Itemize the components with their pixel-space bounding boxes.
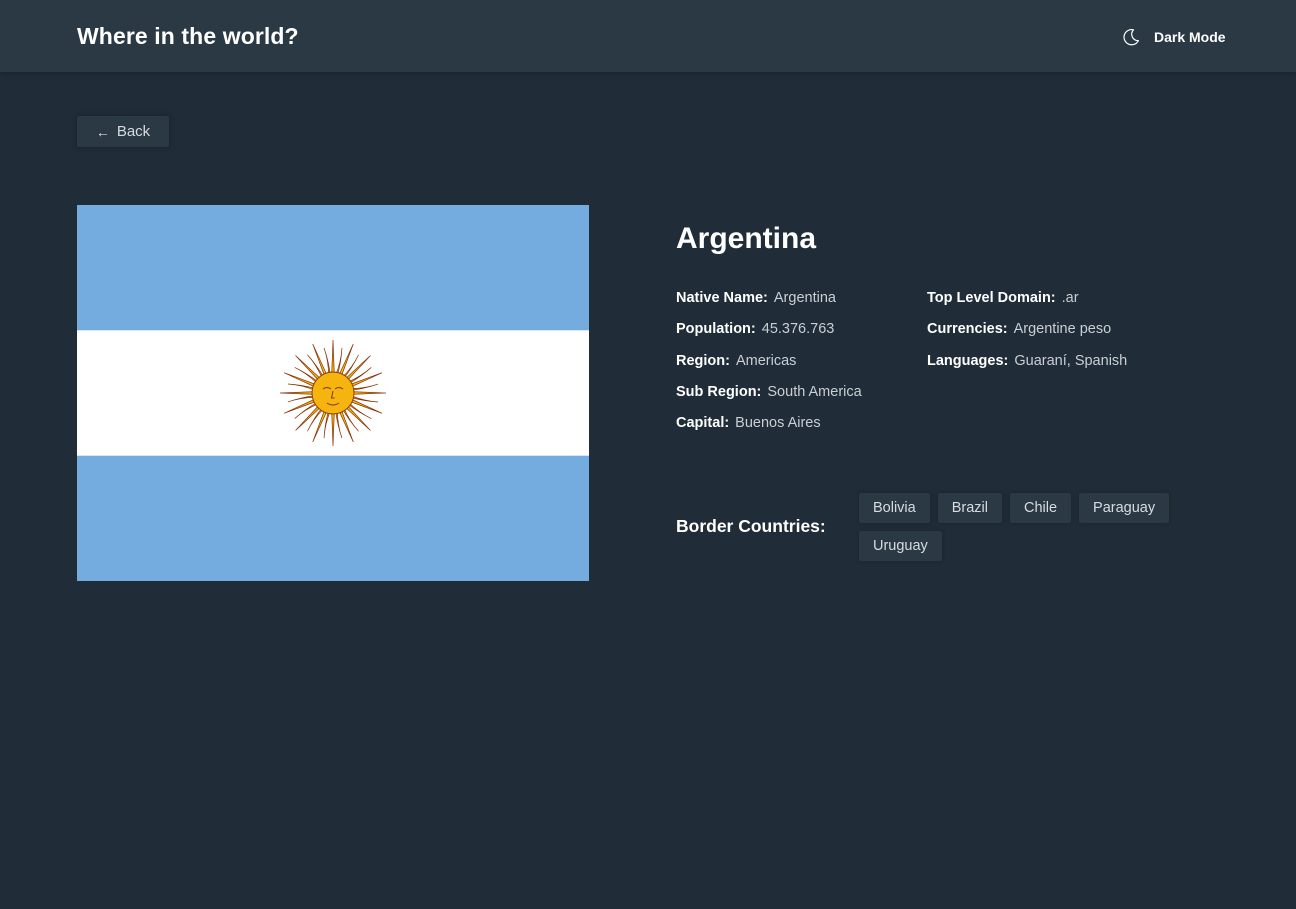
border-countries-label: Border Countries:	[676, 516, 826, 536]
currencies-value: Argentine peso	[1013, 321, 1112, 338]
tld-label: Top Level Domain:	[927, 290, 1056, 306]
country-flag	[77, 205, 589, 581]
currencies-row: Currencies: Argentine peso	[927, 319, 1127, 350]
country-name: Argentina	[676, 222, 817, 255]
border-country-chile[interactable]: Chile	[1009, 493, 1072, 523]
languages-label: Languages:	[927, 352, 1009, 369]
capital-value: Buenos Aires	[735, 415, 821, 431]
back-button[interactable]: ← Back	[77, 116, 169, 147]
population-row: Population: 45.376.763	[676, 319, 862, 350]
border-country-brazil[interactable]: Brazil	[937, 493, 1002, 523]
sub-region-label: Sub Region:	[676, 383, 762, 400]
moon-icon	[1122, 28, 1140, 46]
border-country-bolivia[interactable]: Bolivia	[859, 493, 930, 523]
population-label: Population:	[676, 321, 756, 338]
top-header: Where in the world? Dark Mode	[0, 0, 1296, 72]
region-value: Americas	[735, 352, 797, 369]
native-name-label: Native Name:	[676, 290, 768, 306]
native-name-value: Argentina	[773, 290, 836, 306]
details-secondary: Top Level Domain: .ar Currencies: Argentin…	[927, 288, 1127, 382]
currencies-label: Currencies:	[927, 321, 1008, 338]
sub-region-value: South America	[767, 383, 862, 400]
sun-of-may-icon	[279, 339, 387, 447]
border-country-paraguay[interactable]: Paraguay	[1079, 493, 1170, 523]
border-country-uruguay[interactable]: Uruguay	[859, 531, 942, 561]
languages-value: Guaraní, Spanish	[1014, 352, 1128, 369]
tld-value: .ar	[1061, 290, 1079, 306]
arrow-left-icon: ←	[95, 123, 110, 140]
native-name-row: Native Name: Argentina	[676, 288, 862, 319]
sub-region-row: Sub Region: South America	[676, 382, 862, 413]
region-row: Region: Americas	[676, 351, 862, 382]
population-value: 45.376.763	[761, 321, 835, 338]
app-title: Where in the world?	[77, 23, 299, 49]
border-countries-list: Bolivia Brazil Chile Paraguay Uruguay	[859, 493, 1179, 561]
details-primary: Native Name: Argentina Population: 45.376.…	[676, 288, 862, 444]
tld-row: Top Level Domain: .ar	[927, 288, 1127, 319]
capital-row: Capital: Buenos Aires	[676, 413, 862, 444]
capital-label: Capital:	[676, 415, 730, 431]
back-label: Back	[116, 123, 151, 140]
dark-mode-label: Dark Mode	[1154, 29, 1226, 45]
region-label: Region:	[676, 352, 730, 369]
dark-mode-toggle[interactable]: Dark Mode	[1122, 26, 1226, 48]
languages-row: Languages: Guaraní, Spanish	[927, 351, 1127, 382]
